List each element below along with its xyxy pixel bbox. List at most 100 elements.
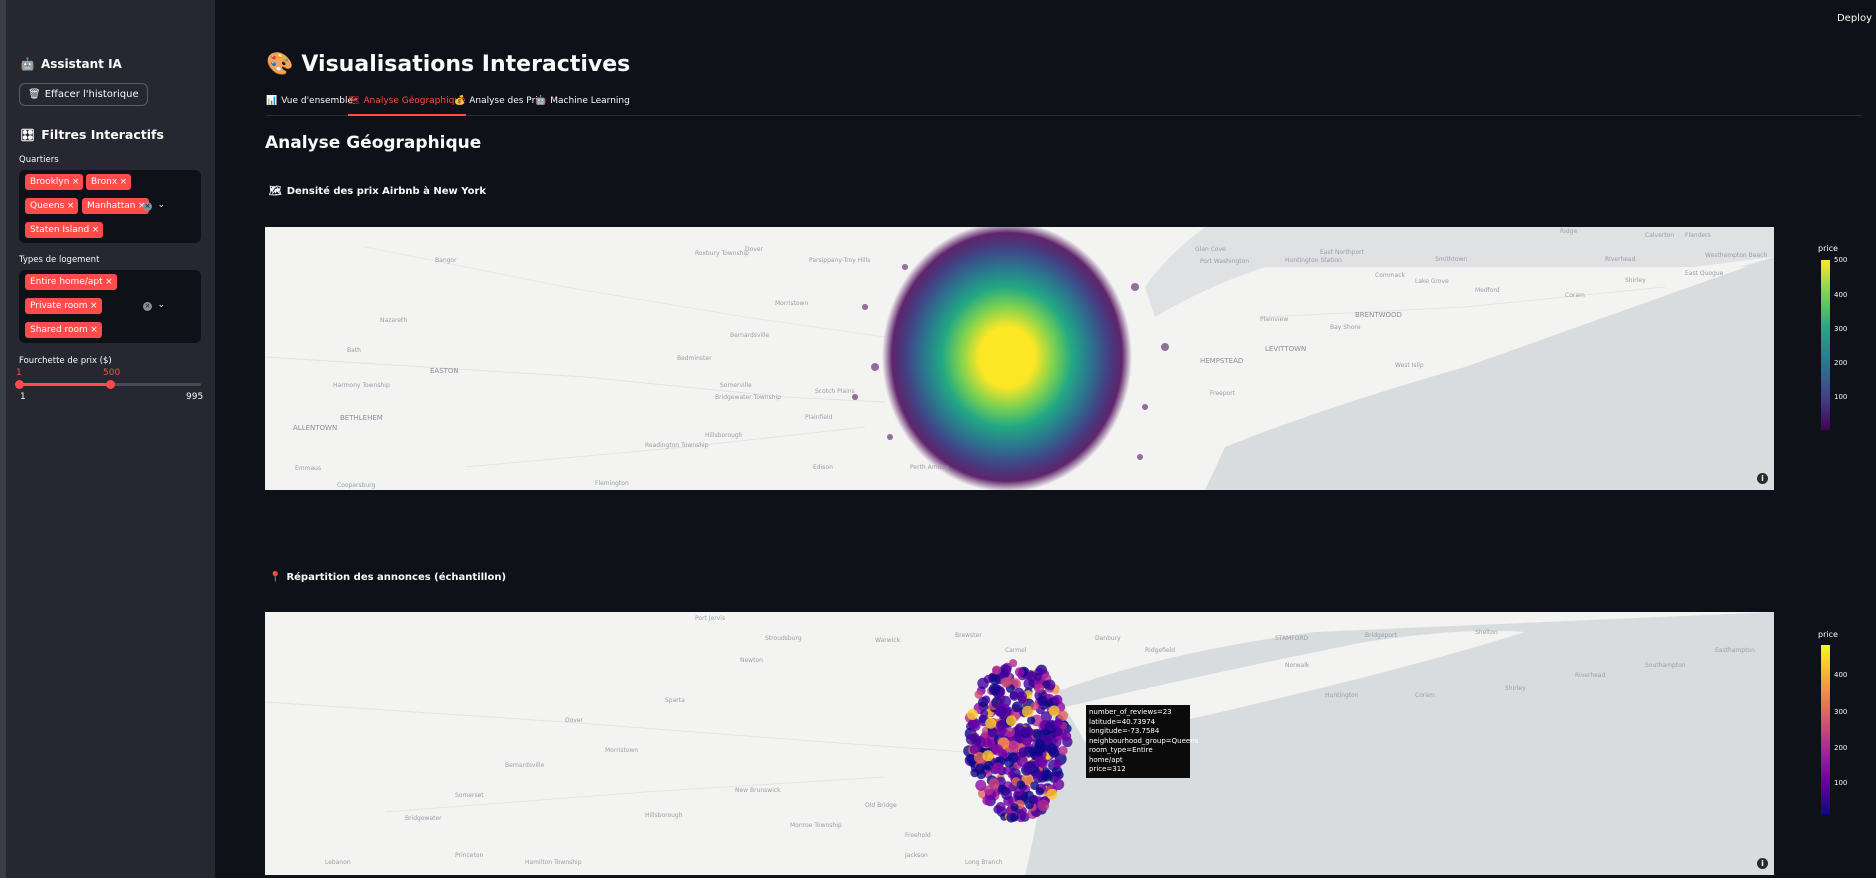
- clear-history-button[interactable]: 🗑 Effacer l'historique: [19, 83, 148, 106]
- chip-bronx[interactable]: Bronx ×: [86, 174, 132, 190]
- price-slider-min-handle[interactable]: [15, 380, 24, 389]
- listing-point[interactable]: [1000, 677, 1012, 688]
- listing-point[interactable]: [981, 695, 991, 704]
- listing-point[interactable]: [970, 720, 981, 731]
- chip-shared-room[interactable]: Shared room ×: [25, 322, 102, 338]
- svg-text:Hamilton Township: Hamilton Township: [525, 859, 582, 866]
- chip-entire-home[interactable]: Entire home/apt ×: [25, 274, 117, 290]
- listing-point[interactable]: [1037, 695, 1048, 706]
- map-info-icon[interactable]: i: [1757, 858, 1768, 869]
- listing-point[interactable]: [1025, 800, 1034, 810]
- listing-point[interactable]: [977, 677, 989, 690]
- room-types-multiselect[interactable]: Entire home/apt × Private room × Shared ro…: [19, 270, 201, 343]
- listing-point[interactable]: [991, 744, 1004, 756]
- tab-overview[interactable]: 📊 Vue d'ensemble: [266, 96, 353, 116]
- listing-point[interactable]: [1035, 756, 1048, 768]
- tab-geographic[interactable]: 🗺 Analyse Géographique: [348, 96, 466, 116]
- listing-point[interactable]: [1030, 781, 1039, 790]
- listing-point[interactable]: [1054, 718, 1063, 728]
- listing-point[interactable]: [1010, 813, 1019, 822]
- price-slider[interactable]: [15, 380, 201, 389]
- listing-point[interactable]: [1022, 726, 1034, 738]
- chevron-down-icon[interactable]: ⌄: [157, 300, 165, 310]
- listing-point[interactable]: [1037, 799, 1050, 812]
- svg-text:Flanders: Flanders: [1685, 232, 1711, 239]
- listing-point[interactable]: [1007, 752, 1019, 764]
- clear-all-icon[interactable]: ×: [143, 202, 152, 211]
- listing-point[interactable]: [996, 725, 1007, 736]
- listing-point[interactable]: [1003, 766, 1012, 775]
- tab-ml[interactable]: 🤖 Machine Learning: [535, 96, 630, 116]
- listing-point[interactable]: [1048, 747, 1059, 758]
- tab-bar: 📊 Vue d'ensemble 🗺 Analyse Géographique 💰 A…: [266, 96, 1862, 116]
- listing-point[interactable]: [1018, 747, 1029, 757]
- svg-text:Coram: Coram: [1565, 292, 1585, 299]
- robot-icon: 🤖: [20, 57, 35, 71]
- listing-point[interactable]: [1044, 679, 1056, 691]
- listing-point[interactable]: [992, 762, 1004, 774]
- chip-remove-icon[interactable]: ×: [72, 174, 80, 190]
- listing-point[interactable]: [1018, 695, 1027, 704]
- listing-point[interactable]: [996, 705, 1008, 718]
- scatter-colorbar-tick: 100: [1834, 779, 1848, 787]
- slider-range-min: 1: [20, 392, 26, 402]
- neighbourhoods-multiselect[interactable]: Brooklyn × Bronx × Queens × Manhattan × Stat…: [19, 170, 201, 243]
- listing-point[interactable]: [983, 785, 994, 795]
- listing-point[interactable]: [1010, 803, 1019, 812]
- listing-point[interactable]: [965, 733, 978, 745]
- listing-point[interactable]: [1061, 731, 1072, 742]
- deploy-button[interactable]: Deploy: [1837, 13, 1872, 24]
- listing-point[interactable]: [989, 673, 1001, 685]
- listing-point[interactable]: [1006, 715, 1017, 726]
- listing-point[interactable]: [976, 769, 986, 780]
- listing-point[interactable]: [1030, 702, 1039, 711]
- listing-point[interactable]: [1058, 746, 1068, 756]
- listing-point[interactable]: [1016, 780, 1026, 789]
- clear-all-icon[interactable]: ×: [143, 302, 152, 311]
- svg-text:Roxbury Township: Roxbury Township: [695, 250, 749, 257]
- tab-prices[interactable]: 💰 Analyse des Prix: [454, 96, 543, 116]
- price-slider-max-handle[interactable]: [106, 380, 115, 389]
- listing-point[interactable]: [987, 727, 998, 738]
- chip-remove-icon[interactable]: ×: [67, 198, 75, 214]
- listing-point[interactable]: [1053, 759, 1062, 769]
- map-info-icon[interactable]: i: [1757, 473, 1768, 484]
- palette-icon: 🎨: [266, 52, 294, 77]
- listing-point[interactable]: [1034, 683, 1044, 694]
- listing-point[interactable]: [1052, 694, 1063, 705]
- chip-remove-icon[interactable]: ×: [120, 174, 128, 190]
- listing-point[interactable]: [985, 717, 997, 729]
- room-types-label: Types de logement: [19, 255, 100, 265]
- listing-point[interactable]: [980, 709, 989, 718]
- scatter-map[interactable]: Port Jervis Stroudsburg Newton Warwick B…: [265, 612, 1774, 875]
- chip-queens[interactable]: Queens ×: [25, 198, 79, 214]
- listing-point[interactable]: [1014, 667, 1025, 677]
- listing-point[interactable]: [1052, 778, 1065, 791]
- chip-manhattan[interactable]: Manhattan ×: [82, 198, 150, 214]
- listing-point[interactable]: [1034, 738, 1045, 749]
- svg-text:Dover: Dover: [565, 717, 584, 724]
- listing-point[interactable]: [1026, 671, 1038, 682]
- listing-point[interactable]: [988, 683, 1001, 695]
- listing-point[interactable]: [1009, 659, 1018, 668]
- listing-point[interactable]: [966, 709, 978, 720]
- chip-remove-icon[interactable]: ×: [105, 274, 113, 290]
- svg-text:Huntington: Huntington: [1325, 692, 1359, 699]
- chip-private-room[interactable]: Private room ×: [25, 298, 102, 314]
- density-map[interactable]: Bangor Roxbury Township Dover Parsippany…: [265, 227, 1774, 490]
- listing-point[interactable]: [1046, 788, 1058, 800]
- chip-staten-island[interactable]: Staten Island ×: [25, 222, 104, 238]
- listing-point[interactable]: [974, 690, 983, 699]
- chip-remove-icon[interactable]: ×: [92, 222, 100, 238]
- svg-text:Bridgeport: Bridgeport: [1365, 632, 1398, 639]
- chip-remove-icon[interactable]: ×: [90, 298, 98, 314]
- listing-point[interactable]: [992, 665, 1002, 675]
- listing-point[interactable]: [969, 744, 979, 754]
- chip-remove-icon[interactable]: ×: [90, 322, 98, 338]
- chevron-down-icon[interactable]: ⌄: [157, 200, 165, 210]
- listing-point[interactable]: [982, 750, 994, 762]
- listing-point[interactable]: [1001, 789, 1013, 800]
- listing-point[interactable]: [1040, 769, 1053, 782]
- listing-point[interactable]: [993, 804, 1003, 814]
- chip-brooklyn[interactable]: Brooklyn ×: [25, 174, 84, 190]
